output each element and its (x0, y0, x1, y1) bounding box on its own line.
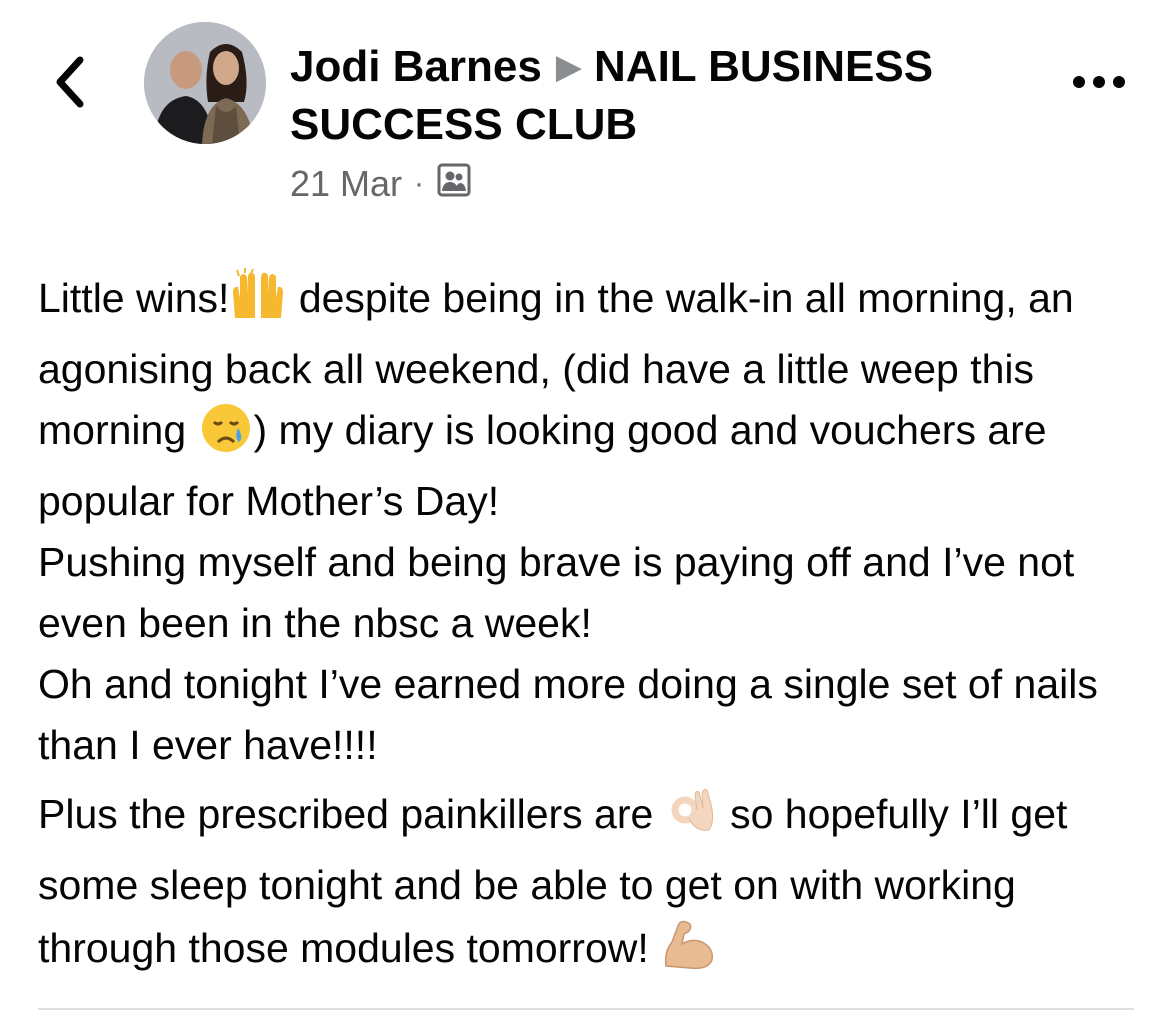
post-header: Jodi Barnes ▶ NAIL BUSINESS SUCCESS CLUB 2… (0, 0, 1170, 230)
crying-face-emoji (198, 402, 254, 471)
meta-separator: · (414, 167, 425, 200)
post-text: Little wins! (38, 275, 230, 321)
chevron-left-icon (56, 56, 84, 108)
post-meta: 21 Mar · (290, 160, 472, 208)
more-options-button[interactable] (1068, 62, 1130, 102)
more-horizontal-icon (1073, 76, 1125, 88)
raising-hands-emoji (229, 268, 287, 339)
post-title: Jodi Barnes ▶ NAIL BUSINESS SUCCESS CLUB (290, 38, 990, 154)
post-paragraph-2: Pushing myself and being brave is paying… (38, 539, 1075, 646)
post-paragraph-4: Plus the prescribed painkillers are so h… (38, 784, 1138, 989)
post-text: Plus the prescribed painkillers are (38, 791, 665, 837)
back-button[interactable] (40, 52, 100, 112)
post-paragraph-3: Oh and tonight I’ve earned more doing a … (38, 661, 1098, 768)
ok-hand-emoji (665, 784, 719, 855)
divider (38, 1008, 1134, 1010)
group-audience-icon (436, 162, 472, 207)
triangle-right-icon: ▶ (555, 48, 583, 86)
post-body: Little wins! despite being in the walk-i… (38, 268, 1138, 989)
post-paragraph-1: Little wins! despite being in the walk-i… (38, 268, 1138, 532)
author-avatar[interactable] (144, 22, 266, 144)
author-name-link[interactable]: Jodi Barnes (290, 42, 542, 91)
avatar-photo (144, 22, 266, 144)
post-date[interactable]: 21 Mar (290, 163, 402, 205)
flexed-biceps-emoji (660, 916, 718, 989)
